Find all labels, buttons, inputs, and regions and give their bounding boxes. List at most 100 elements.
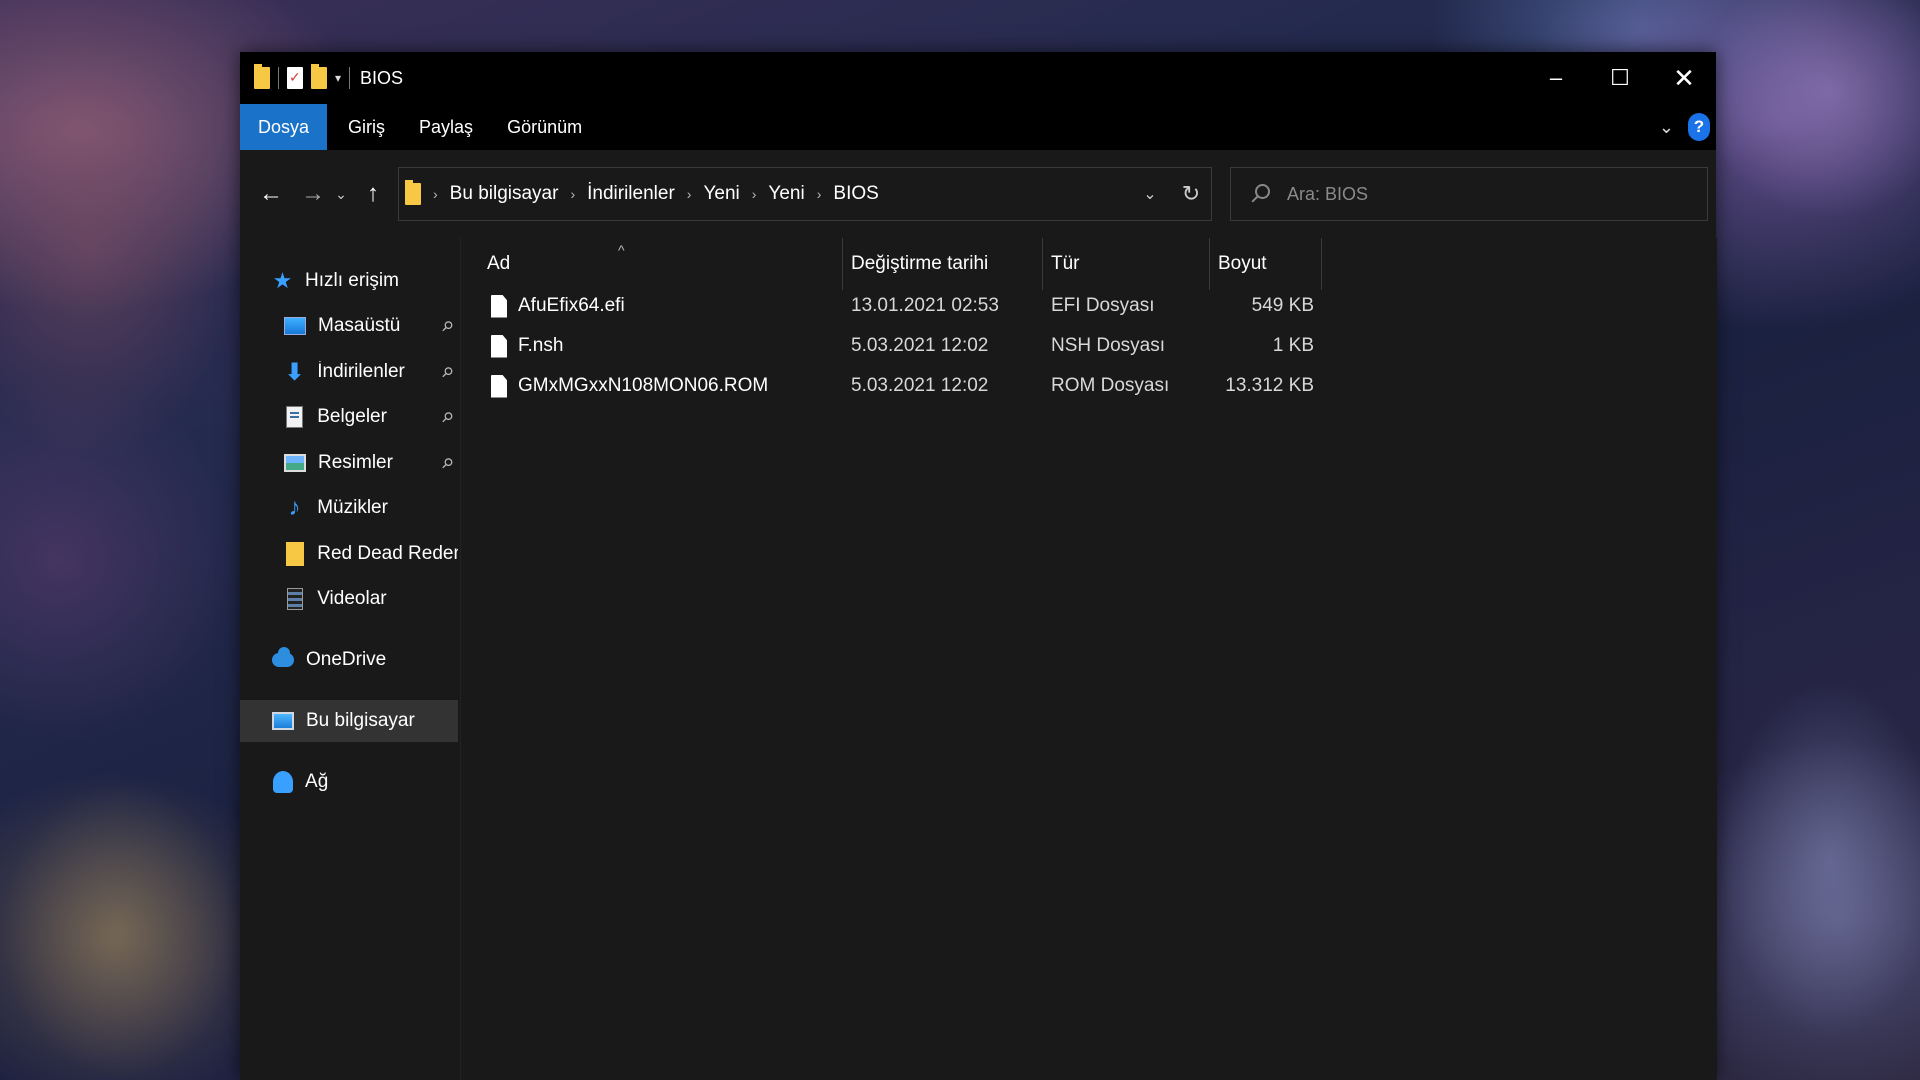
back-button[interactable]: ← (254, 180, 288, 208)
ribbon-right: ⌄ ? (1659, 113, 1710, 141)
computer-icon (272, 709, 294, 733)
network-icon (272, 770, 293, 794)
tab-giris[interactable]: Giriş (331, 104, 402, 150)
title-bar: ▾ BIOS – ☐ ✕ (240, 52, 1716, 104)
file-row[interactable]: F.nsh 5.03.2021 12:02 NSH Dosyası 1 KB (461, 326, 1717, 366)
wallpaper-city-left (0, 780, 240, 1080)
sidebar-item-label: Ağ (305, 771, 329, 792)
navigation-bar: ← → ⌄ ↑ › Bu bilgisayar › İndirilenler ›… (240, 150, 1716, 238)
file-size: 13.312 KB (1225, 375, 1314, 396)
search-placeholder: Ara: BIOS (1287, 183, 1369, 204)
tab-paylas[interactable]: Paylaş (402, 104, 490, 150)
column-header-name[interactable]: Ad (461, 238, 843, 290)
file-modified: 5.03.2021 12:02 (851, 375, 989, 396)
sidebar-item-red-dead[interactable]: Red Dead Redempti (240, 533, 458, 575)
folder-icon (254, 64, 270, 89)
sidebar-item-videos[interactable]: Videolar (240, 578, 458, 620)
sidebar-item-label: Müzikler (317, 497, 388, 518)
star-icon: ★ (272, 268, 293, 293)
recent-locations-button[interactable]: ⌄ (330, 186, 352, 203)
downloads-icon: ⬇ (284, 358, 305, 386)
wallpaper-ship-right (1720, 680, 1920, 1040)
sidebar-item-label: Belgeler (317, 406, 387, 427)
sidebar-item-label: Hızlı erişim (305, 270, 399, 291)
search-icon (1249, 183, 1271, 205)
breadcrumb-yeni[interactable]: Yeni (703, 183, 739, 205)
sidebar-item-label: Red Dead Redempti (317, 543, 458, 564)
close-button[interactable]: ✕ (1652, 52, 1716, 104)
window-controls: – ☐ ✕ (1524, 52, 1716, 104)
breadcrumb-yeni-2[interactable]: Yeni (768, 183, 804, 205)
ribbon-tabs: Dosya Giriş Paylaş Görünüm ⌄ ? (240, 104, 1716, 150)
sidebar-item-network[interactable]: Ağ (240, 761, 458, 803)
file-row[interactable]: AfuEfix64.efi 13.01.2021 02:53 EFI Dosya… (461, 286, 1717, 326)
minimize-button[interactable]: – (1524, 52, 1588, 104)
sidebar-item-label: Masaüstü (318, 315, 401, 336)
sidebar-item-quick-access[interactable]: ★ Hızlı erişim (240, 260, 458, 302)
file-type: NSH Dosyası (1051, 335, 1166, 356)
address-bar[interactable]: › Bu bilgisayar › İndirilenler › Yeni › … (398, 167, 1212, 221)
breadcrumb-bu-bilgisayar[interactable]: Bu bilgisayar (450, 183, 559, 205)
sidebar-item-documents[interactable]: Belgeler ⚲ (240, 396, 458, 438)
breadcrumb-separator[interactable]: › (687, 186, 692, 202)
music-icon: ♪ (288, 494, 301, 521)
column-header-size[interactable]: Boyut (1210, 238, 1322, 290)
forward-button[interactable]: → (296, 180, 330, 208)
breadcrumb-separator[interactable]: › (570, 186, 575, 202)
column-header-modified[interactable]: Değiştirme tarihi (843, 238, 1043, 290)
file-name: AfuEfix64.efi (518, 295, 625, 316)
folder-icon (284, 542, 305, 566)
refresh-icon[interactable]: ↻ (1170, 181, 1211, 207)
expand-ribbon-icon[interactable]: ⌄ (1659, 117, 1674, 138)
file-type: ROM Dosyası (1051, 375, 1170, 396)
pictures-icon (284, 451, 306, 475)
file-size: 549 KB (1251, 295, 1314, 316)
sidebar-item-desktop[interactable]: Masaüstü ⚲ (240, 305, 458, 347)
breadcrumb-separator[interactable]: › (817, 186, 822, 202)
up-button[interactable]: ↑ (356, 180, 390, 208)
navigation-pane: ★ Hızlı erişim Masaüstü ⚲ ⬇ İndirilenler… (240, 238, 458, 1080)
breadcrumb-bios[interactable]: BIOS (833, 183, 878, 205)
sidebar-item-music[interactable]: ♪ Müzikler (240, 487, 458, 529)
qat-dropdown-icon[interactable]: ▾ (335, 71, 341, 85)
file-name: F.nsh (518, 335, 564, 356)
column-header-type[interactable]: Tür (1043, 238, 1210, 290)
sidebar-item-onedrive[interactable]: OneDrive (240, 639, 458, 681)
sidebar-item-label: Videolar (317, 588, 387, 609)
maximize-button[interactable]: ☐ (1588, 52, 1652, 104)
file-modified: 13.01.2021 02:53 (851, 295, 999, 316)
file-type: EFI Dosyası (1051, 295, 1155, 316)
sidebar-item-pictures[interactable]: Resimler ⚲ (240, 442, 458, 484)
breadcrumb-separator[interactable]: › (752, 186, 757, 202)
sidebar-item-downloads[interactable]: ⬇ İndirilenler ⚲ (240, 351, 458, 393)
file-row[interactable]: GMxMGxxN108MON06.ROM 5.03.2021 12:02 ROM… (461, 366, 1717, 406)
tab-gorunum[interactable]: Görünüm (490, 104, 599, 150)
search-input[interactable]: Ara: BIOS (1230, 167, 1708, 221)
wallpaper-planet-left (0, 40, 240, 460)
file-explorer-window: ▾ BIOS – ☐ ✕ Dosya Giriş Paylaş Görünüm … (240, 52, 1717, 1080)
breadcrumb-indirilenler[interactable]: İndirilenler (587, 183, 675, 205)
new-folder-icon[interactable] (311, 64, 327, 89)
file-list: ^ Ad Değiştirme tarihi Tür Boyut AfuEfix… (460, 238, 1717, 1080)
file-modified: 5.03.2021 12:02 (851, 335, 989, 356)
divider (349, 67, 351, 89)
file-icon (491, 374, 507, 398)
properties-icon[interactable] (287, 67, 303, 89)
documents-icon (284, 405, 305, 429)
breadcrumb-separator[interactable]: › (433, 186, 438, 202)
sidebar-item-label: Bu bilgisayar (306, 710, 415, 731)
window-title: BIOS (360, 67, 404, 88)
wallpaper-planet-right (1700, 0, 1920, 220)
quick-access-toolbar: ▾ (254, 64, 351, 89)
sidebar-item-label: OneDrive (306, 649, 387, 670)
address-dropdown-icon[interactable]: ⌄ (1130, 184, 1170, 204)
sidebar-item-label: Resimler (318, 452, 393, 473)
videos-icon (284, 587, 305, 611)
folder-icon (405, 180, 421, 205)
tab-dosya[interactable]: Dosya (240, 104, 328, 150)
file-icon (491, 294, 507, 318)
sidebar-item-this-pc[interactable]: Bu bilgisayar (240, 700, 458, 742)
help-icon[interactable]: ? (1688, 113, 1710, 141)
desktop-icon (284, 314, 306, 338)
file-icon (491, 334, 507, 358)
